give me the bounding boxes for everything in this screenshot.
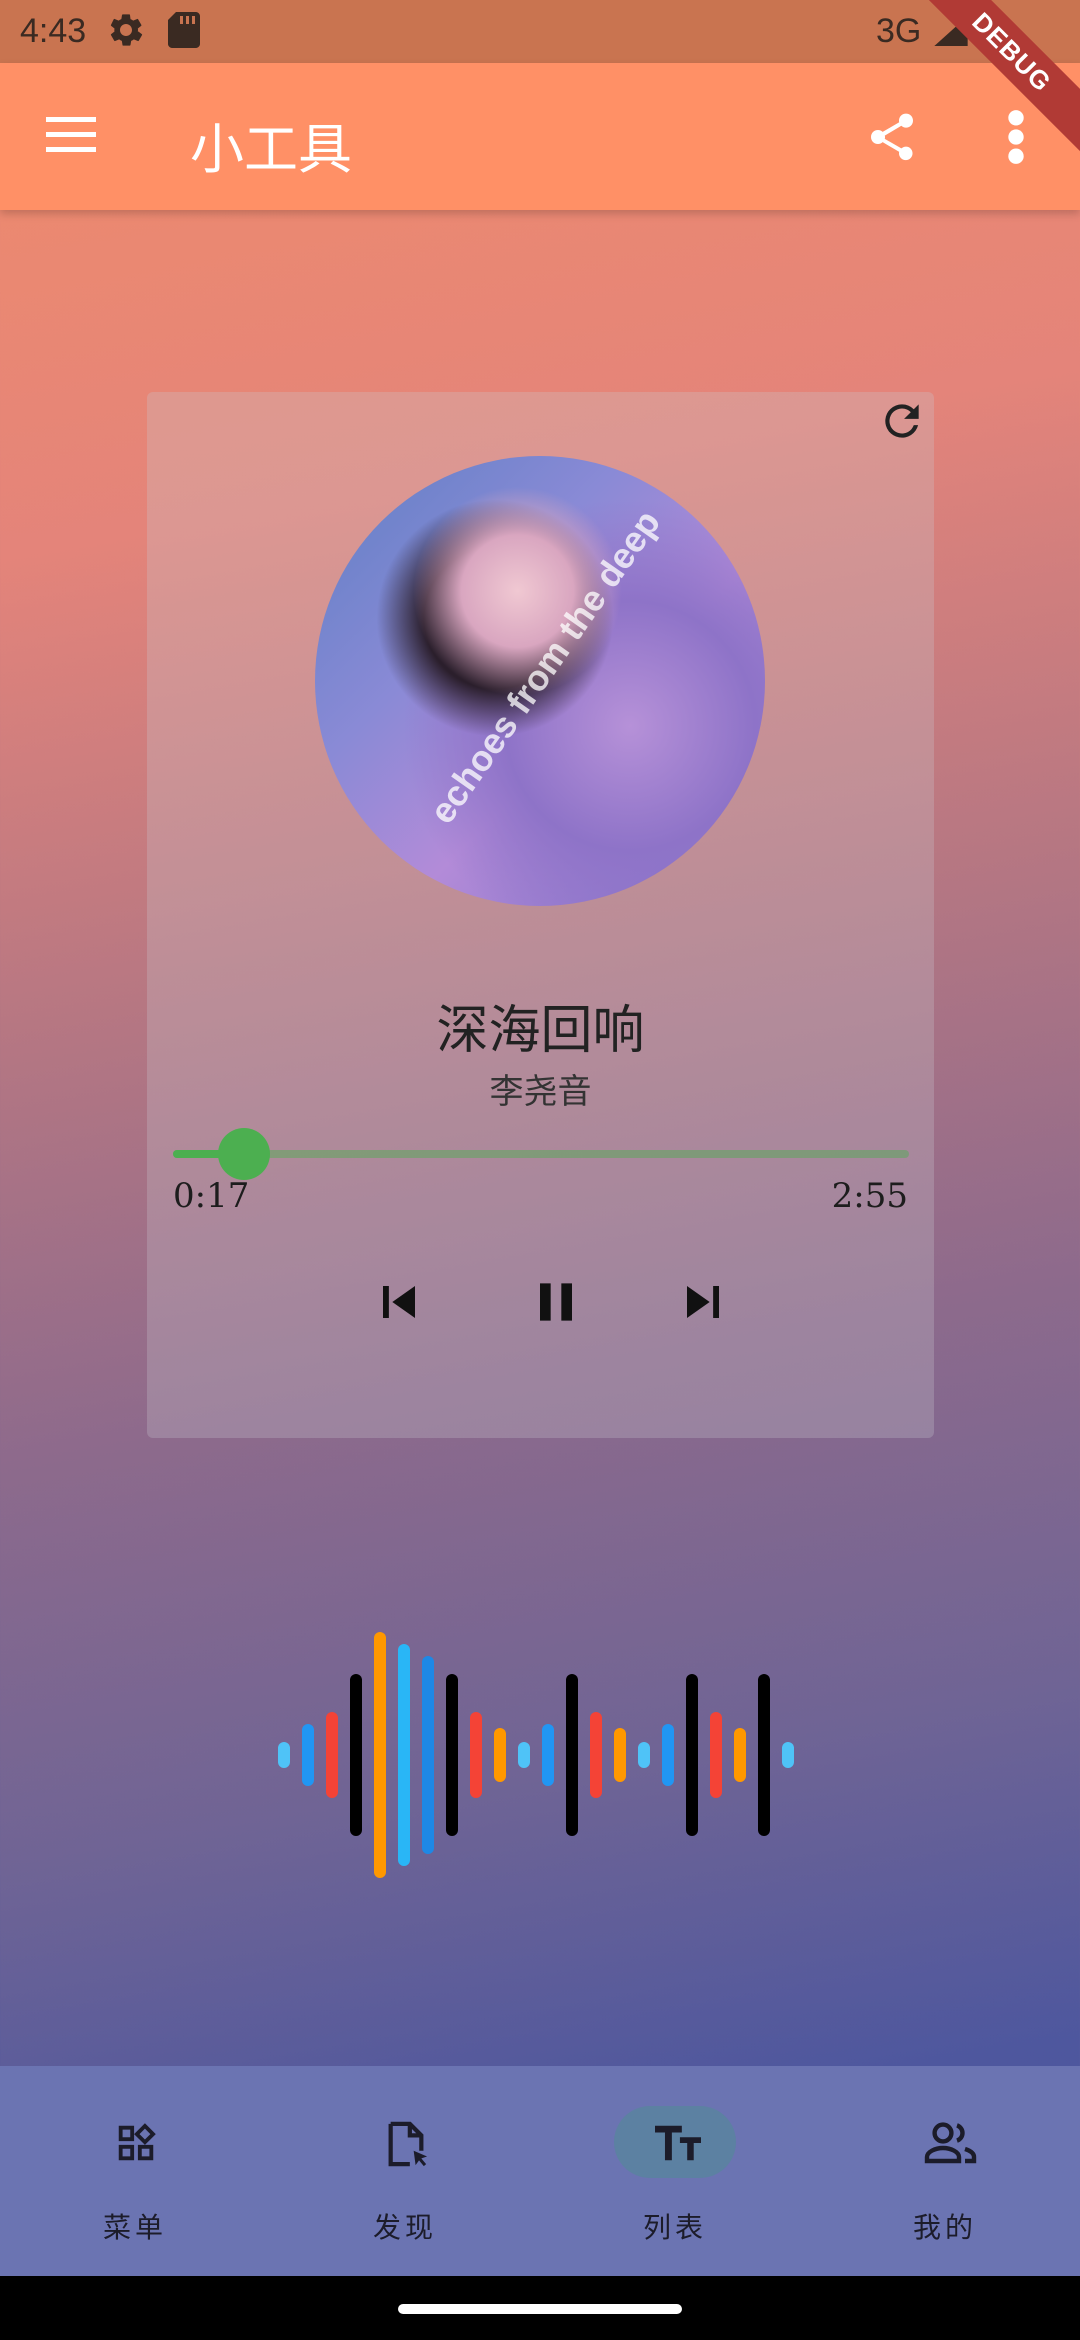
sd-card-icon xyxy=(168,12,200,57)
share-icon[interactable] xyxy=(864,107,920,171)
app-bar: 小工具 xyxy=(0,63,1080,210)
home-gesture-bar[interactable] xyxy=(398,2304,682,2314)
total-time: 2:55 xyxy=(831,1176,908,1216)
status-time: 4:43 xyxy=(20,12,87,50)
network-type: 3G xyxy=(876,12,922,50)
nav-item-list[interactable]: 列表 xyxy=(540,2066,810,2276)
widgets-icon xyxy=(113,2120,159,2170)
nav-item-mine[interactable]: 我的 xyxy=(810,2066,1080,2276)
people-icon xyxy=(923,2120,979,2170)
file-pointer-icon xyxy=(383,2120,429,2174)
nav-label: 我的 xyxy=(912,2211,977,2244)
pause-icon[interactable] xyxy=(519,1270,593,1338)
refresh-icon[interactable] xyxy=(877,396,927,450)
text-fields-icon xyxy=(653,2120,703,2170)
current-time: 0:17 xyxy=(173,1176,250,1216)
nav-item-menu[interactable]: 菜单 xyxy=(0,2066,270,2276)
nav-label: 菜单 xyxy=(102,2211,167,2244)
music-player-card: echoes from the deep 深海回响 李尧音 0:17 2:55 xyxy=(147,392,934,1438)
menu-icon[interactable] xyxy=(46,115,98,159)
album-cover: echoes from the deep xyxy=(315,456,765,906)
active-indicator xyxy=(614,2106,736,2178)
skip-previous-icon[interactable] xyxy=(367,1270,431,1338)
audio-waveform xyxy=(278,1632,794,1878)
cover-text: echoes from the deep xyxy=(421,502,669,831)
gear-icon xyxy=(106,10,146,59)
status-bar: 4:43 3G xyxy=(0,0,1080,63)
page-title: 小工具 xyxy=(190,118,352,181)
progress-slider[interactable] xyxy=(173,1128,909,1180)
song-artist: 李尧音 xyxy=(489,1072,592,1112)
progress-thumb[interactable] xyxy=(218,1128,271,1180)
more-vert-icon[interactable] xyxy=(1004,107,1028,171)
skip-next-icon[interactable] xyxy=(671,1270,735,1338)
nav-label: 发现 xyxy=(372,2211,437,2244)
bottom-navigation: 菜单 发现 列表 我的 xyxy=(0,2066,1080,2276)
nav-item-discover[interactable]: 发现 xyxy=(270,2066,540,2276)
nav-label: 列表 xyxy=(642,2211,707,2244)
song-title: 深海回响 xyxy=(436,1001,645,1061)
system-navigation-bar xyxy=(0,2276,1080,2340)
